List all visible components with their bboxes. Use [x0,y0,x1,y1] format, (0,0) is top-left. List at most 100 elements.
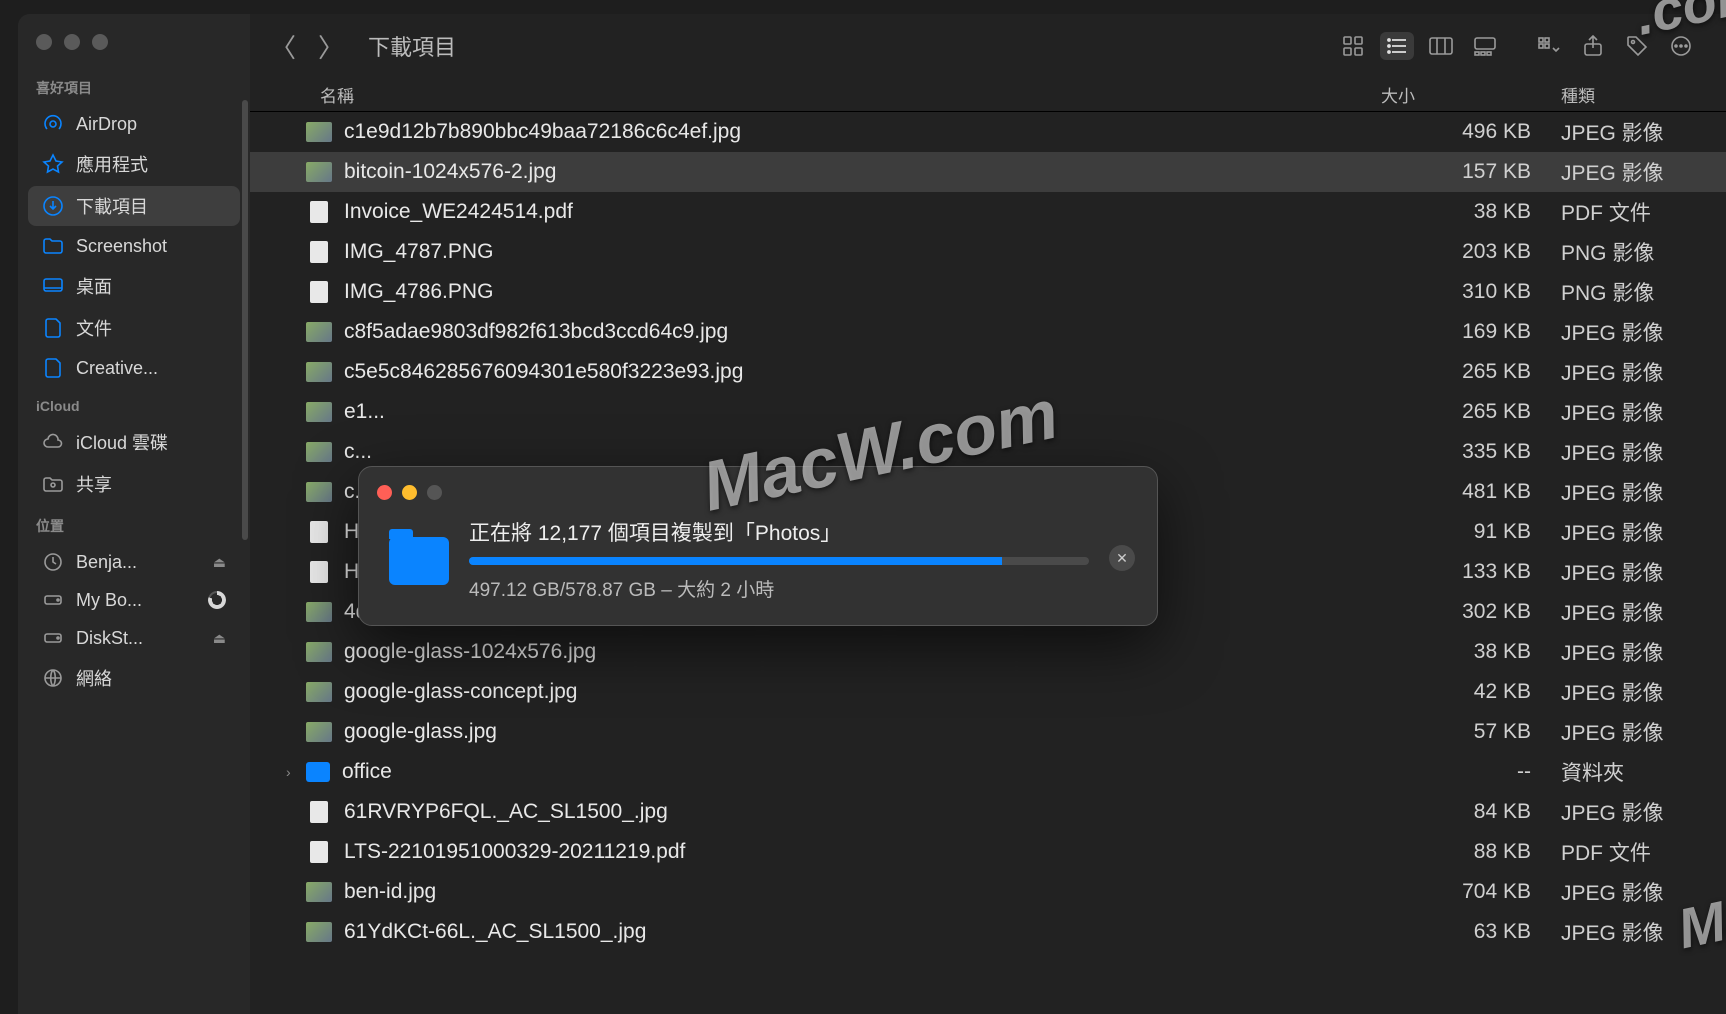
eject-icon[interactable]: ⏏ [213,630,226,647]
column-header: 名稱 大小 種類 [250,78,1726,112]
group-by-icon[interactable] [1532,32,1566,60]
sidebar-item-label: 共享 [76,471,226,497]
file-row[interactable]: IMG_4787.PNG203 KBPNG 影像 [250,232,1726,272]
folder-icon [389,537,449,585]
file-size: 496 KB [1381,120,1561,144]
file-size: 38 KB [1381,640,1561,664]
shared-icon [42,473,64,495]
share-icon[interactable] [1576,32,1610,60]
sidebar-item-disk[interactable]: My Bo... [28,582,240,618]
sidebar-item-apps[interactable]: 應用程式 [28,144,240,184]
sync-progress-icon [208,591,226,609]
nav-back-icon[interactable]: 〈 [270,28,296,65]
file-name: 61YdKCt-66L._AC_SL1500_.jpg [344,920,1381,944]
file-thumb-icon [306,402,332,422]
sidebar-item-label: My Bo... [76,590,196,611]
view-gallery-icon[interactable] [1468,32,1502,60]
nav-forward-icon[interactable]: 〉 [318,28,344,65]
close-dot[interactable] [36,34,52,50]
sidebar-section-title: 喜好項目 [18,68,250,104]
file-row[interactable]: google-glass.jpg57 KBJPEG 影像 [250,712,1726,752]
file-row[interactable]: LTS-22101951000329-20211219.pdf88 KBPDF … [250,832,1726,872]
max-dot[interactable] [92,34,108,50]
sidebar-item-desktop[interactable]: 桌面 [28,266,240,306]
progress-fill [469,557,1002,565]
more-icon[interactable] [1664,32,1698,60]
file-row[interactable]: ben-id.jpg704 KBJPEG 影像 [250,872,1726,912]
tag-icon[interactable] [1620,32,1654,60]
disclosure-icon[interactable]: › [286,764,306,780]
sidebar-item-download[interactable]: 下載項目 [28,186,240,226]
desktop-icon [42,275,64,297]
apps-icon [42,153,64,175]
sidebar-item-shared[interactable]: 共享 [28,464,240,504]
file-size: 57 KB [1381,720,1561,744]
col-kind[interactable]: 種類 [1561,82,1726,107]
cancel-copy-icon[interactable]: ✕ [1109,545,1135,571]
view-columns-icon[interactable] [1424,32,1458,60]
sidebar-scrollbar[interactable] [242,100,248,540]
file-thumb-icon [310,801,328,823]
view-icons-icon[interactable] [1336,32,1370,60]
sidebar-item-doc[interactable]: 文件 [28,308,240,348]
dialog-close-dot[interactable] [377,485,392,500]
file-thumb-icon [306,122,332,142]
file-size: 91 KB [1381,520,1561,544]
file-name: google-glass-concept.jpg [344,680,1381,704]
sidebar-item-label: Screenshot [76,236,226,257]
file-name: Invoice_WE2424514.pdf [344,200,1381,224]
col-size[interactable]: 大小 [1381,82,1561,107]
download-icon [42,195,64,217]
file-kind: JPEG 影像 [1561,557,1726,587]
file-kind: PDF 文件 [1561,197,1726,227]
sidebar-item-cloud[interactable]: iCloud 雲碟 [28,422,240,462]
file-row[interactable]: google-glass-1024x576.jpg38 KBJPEG 影像 [250,632,1726,672]
file-kind: JPEG 影像 [1561,597,1726,627]
col-name[interactable]: 名稱 [320,82,1381,107]
file-size: 203 KB [1381,240,1561,264]
file-size: 310 KB [1381,280,1561,304]
sidebar-section-title: iCloud [18,388,250,420]
sidebar-item-label: 下載項目 [76,193,226,219]
file-kind: JPEG 影像 [1561,917,1726,947]
file-thumb-icon [306,722,332,742]
file-row[interactable]: c5e5c846285676094301e580f3223e93.jpg265 … [250,352,1726,392]
file-row[interactable]: c8f5adae9803df982f613bcd3ccd64c9.jpg169 … [250,312,1726,352]
file-row[interactable]: google-glass-concept.jpg42 KBJPEG 影像 [250,672,1726,712]
min-dot[interactable] [64,34,80,50]
file-row[interactable]: 61YdKCt-66L._AC_SL1500_.jpg63 KBJPEG 影像 [250,912,1726,952]
file-row[interactable]: bitcoin-1024x576-2.jpg157 KBJPEG 影像 [250,152,1726,192]
file-thumb-icon [306,762,330,782]
file-kind: PDF 文件 [1561,837,1726,867]
progress-bar [469,557,1089,565]
sidebar-item-globe[interactable]: 網絡 [28,658,240,698]
sidebar-item-disk[interactable]: DiskSt...⏏ [28,620,240,656]
sidebar-item-folder[interactable]: Screenshot [28,228,240,264]
file-size: 133 KB [1381,560,1561,584]
view-list-icon[interactable] [1380,32,1414,60]
file-name: c1e9d12b7b890bbc49baa72186c6c4ef.jpg [344,120,1381,144]
sidebar-item-airdrop[interactable]: AirDrop [28,106,240,142]
file-row[interactable]: Invoice_WE2424514.pdf38 KBPDF 文件 [250,192,1726,232]
dialog-min-dot[interactable] [402,485,417,500]
file-kind: JPEG 影像 [1561,397,1726,427]
file-kind: JPEG 影像 [1561,357,1726,387]
file-row[interactable]: IMG_4786.PNG310 KBPNG 影像 [250,272,1726,312]
sidebar-item-time[interactable]: Benja...⏏ [28,544,240,580]
file-row[interactable]: e1...265 KBJPEG 影像 [250,392,1726,432]
cloud-icon [42,431,64,453]
eject-icon[interactable]: ⏏ [213,554,226,571]
file-kind: PNG 影像 [1561,277,1726,307]
file-size: 157 KB [1381,160,1561,184]
file-row[interactable]: c1e9d12b7b890bbc49baa72186c6c4ef.jpg496 … [250,112,1726,152]
file-name: IMG_4786.PNG [344,280,1381,304]
file-size: -- [1381,760,1561,784]
file-row[interactable]: ›office--資料夾 [250,752,1726,792]
file-kind: JPEG 影像 [1561,797,1726,827]
sidebar-item-doc[interactable]: Creative... [28,350,240,386]
file-size: 42 KB [1381,680,1561,704]
sidebar-item-label: 桌面 [76,273,226,299]
file-size: 38 KB [1381,200,1561,224]
file-row[interactable]: 61RVRYP6FQL._AC_SL1500_.jpg84 KBJPEG 影像 [250,792,1726,832]
file-name: c5e5c846285676094301e580f3223e93.jpg [344,360,1381,384]
